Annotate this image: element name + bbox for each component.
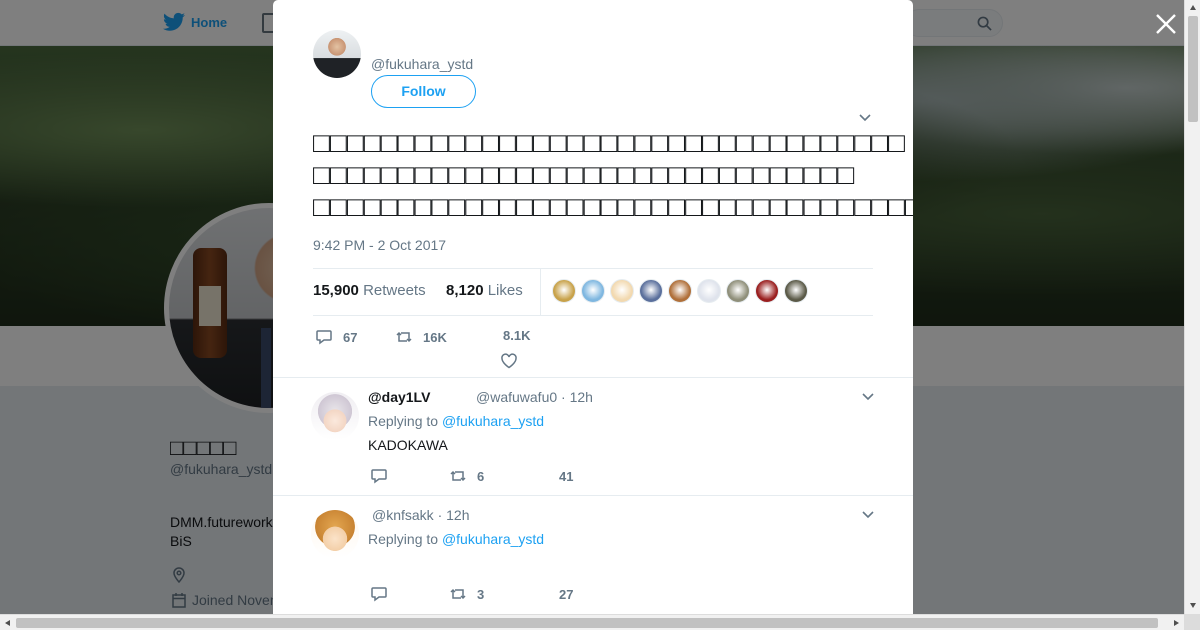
replying-prefix: Replying to: [368, 413, 439, 429]
close-icon[interactable]: [1154, 12, 1178, 36]
replying-prefix: Replying to: [368, 531, 439, 547]
reply-avatar[interactable]: [311, 510, 359, 558]
scroll-up-arrow-icon[interactable]: [1189, 4, 1197, 12]
tweet-author-handle[interactable]: @fukuhara_ystd: [371, 56, 473, 72]
like-count-label: 41: [559, 469, 573, 484]
liker-avatar[interactable]: [755, 279, 779, 303]
scrollbar-corner: [1184, 614, 1200, 630]
vertical-scroll-thumb[interactable]: [1188, 16, 1198, 122]
vertical-scrollbar[interactable]: [1184, 0, 1200, 614]
reply-tweet[interactable]: @day1LV @wafuwafu0 · 12h Replying to @fu…: [273, 377, 913, 495]
scroll-left-arrow-icon[interactable]: [4, 619, 12, 627]
tweet-stats: 15,900 Retweets 8,120 Likes: [313, 268, 873, 316]
like-count: 27: [559, 587, 574, 602]
like-count: 8.1K: [503, 328, 531, 343]
liker-avatar[interactable]: [697, 279, 721, 303]
retweets-count: 15,900: [313, 282, 359, 299]
reply-icon: [316, 330, 332, 345]
tweet-text-line-1: □□□□□□□□□□□□□□□□□□□□□□□□□□□□□□□□□□□: [313, 127, 905, 158]
like-count-label: 8.1K: [503, 328, 530, 343]
replying-to: Replying to @fukuhara_ystd: [368, 531, 544, 547]
reply-button[interactable]: 67: [315, 328, 357, 346]
retweet-count: 6: [477, 468, 485, 484]
tweet-text: □□□□□□□□□□□□□□□□□□□□□□□□□□□□□□□□□□□ □□□□…: [313, 127, 913, 223]
tweet-timestamp[interactable]: 9:42 PM - 2 Oct 2017: [313, 237, 446, 253]
liker-avatar[interactable]: [784, 279, 808, 303]
retweet-button[interactable]: 3: [449, 585, 484, 603]
chevron-down-icon[interactable]: [858, 111, 872, 125]
liker-avatar[interactable]: [610, 279, 634, 303]
reply-text: KADOKAWA: [368, 437, 448, 453]
reply-button[interactable]: [370, 585, 388, 603]
reply-icon: [371, 469, 387, 484]
tweet-author-avatar[interactable]: [313, 30, 361, 78]
tweet-text-line-3: □□□□□□□□□□□□□□□□□□□□□□□□□□□□□□□□□□□□□□□□…: [313, 191, 913, 222]
scroll-right-arrow-icon[interactable]: [1172, 619, 1180, 627]
retweet-button[interactable]: 16K: [395, 328, 447, 346]
horizontal-scrollbar[interactable]: [0, 614, 1184, 630]
retweets-stat[interactable]: 15,900 Retweets: [313, 282, 426, 299]
heart-icon: [501, 353, 517, 369]
tweet-text-line-2: □□□□□□□□□□□□□□□□□□□□□□□□□□□□□□□□: [313, 159, 855, 190]
reply-tweet[interactable]: @knfsakk · 12h Replying to @fukuhara_yst…: [273, 495, 913, 614]
tweet-modal: @fukuhara_ystd Follow □□□□□□□□□□□□□□□□□□…: [273, 0, 913, 614]
tweet-actions: 67 16K 8.1K: [313, 326, 873, 369]
like-count: 41: [559, 469, 574, 484]
stats-divider: [540, 269, 541, 316]
retweet-icon: [396, 331, 412, 343]
likes-count: 8,120: [446, 282, 484, 299]
likes-label: Likes: [487, 282, 523, 299]
retweet-icon: [450, 470, 466, 482]
likes-stat[interactable]: 8,120 Likes: [446, 282, 523, 299]
retweet-count: 16K: [423, 329, 447, 345]
chevron-down-icon[interactable]: [861, 508, 875, 522]
liker-avatar[interactable]: [726, 279, 750, 303]
reply-icon: [371, 587, 387, 602]
reply-avatar[interactable]: [311, 392, 359, 440]
reply-count: 67: [343, 329, 358, 345]
follow-button[interactable]: Follow: [371, 75, 476, 108]
scroll-down-arrow-icon[interactable]: [1189, 601, 1197, 609]
chevron-down-icon[interactable]: [861, 390, 875, 404]
like-count-label: 27: [559, 587, 573, 602]
reply-author-meta: @knfsakk · 12h: [372, 507, 470, 523]
liker-avatar[interactable]: [639, 279, 663, 303]
liker-avatar[interactable]: [552, 279, 576, 303]
reply-author-name[interactable]: @day1LV: [368, 389, 430, 405]
replying-to: Replying to @fukuhara_ystd: [368, 413, 544, 429]
reply-author-meta: @wafuwafu0 · 12h: [476, 389, 593, 405]
liker-avatars: [552, 279, 808, 303]
replying-to-link[interactable]: @fukuhara_ystd: [442, 531, 544, 547]
replying-to-link[interactable]: @fukuhara_ystd: [442, 413, 544, 429]
horizontal-scroll-thumb[interactable]: [16, 618, 1158, 628]
reply-button[interactable]: [370, 467, 388, 485]
retweet-count: 3: [477, 586, 485, 602]
liker-avatar[interactable]: [581, 279, 605, 303]
liker-avatar[interactable]: [668, 279, 692, 303]
retweet-button[interactable]: 6: [449, 467, 484, 485]
retweets-label: Retweets: [363, 282, 426, 299]
retweet-icon: [450, 588, 466, 600]
like-button[interactable]: [500, 352, 518, 370]
